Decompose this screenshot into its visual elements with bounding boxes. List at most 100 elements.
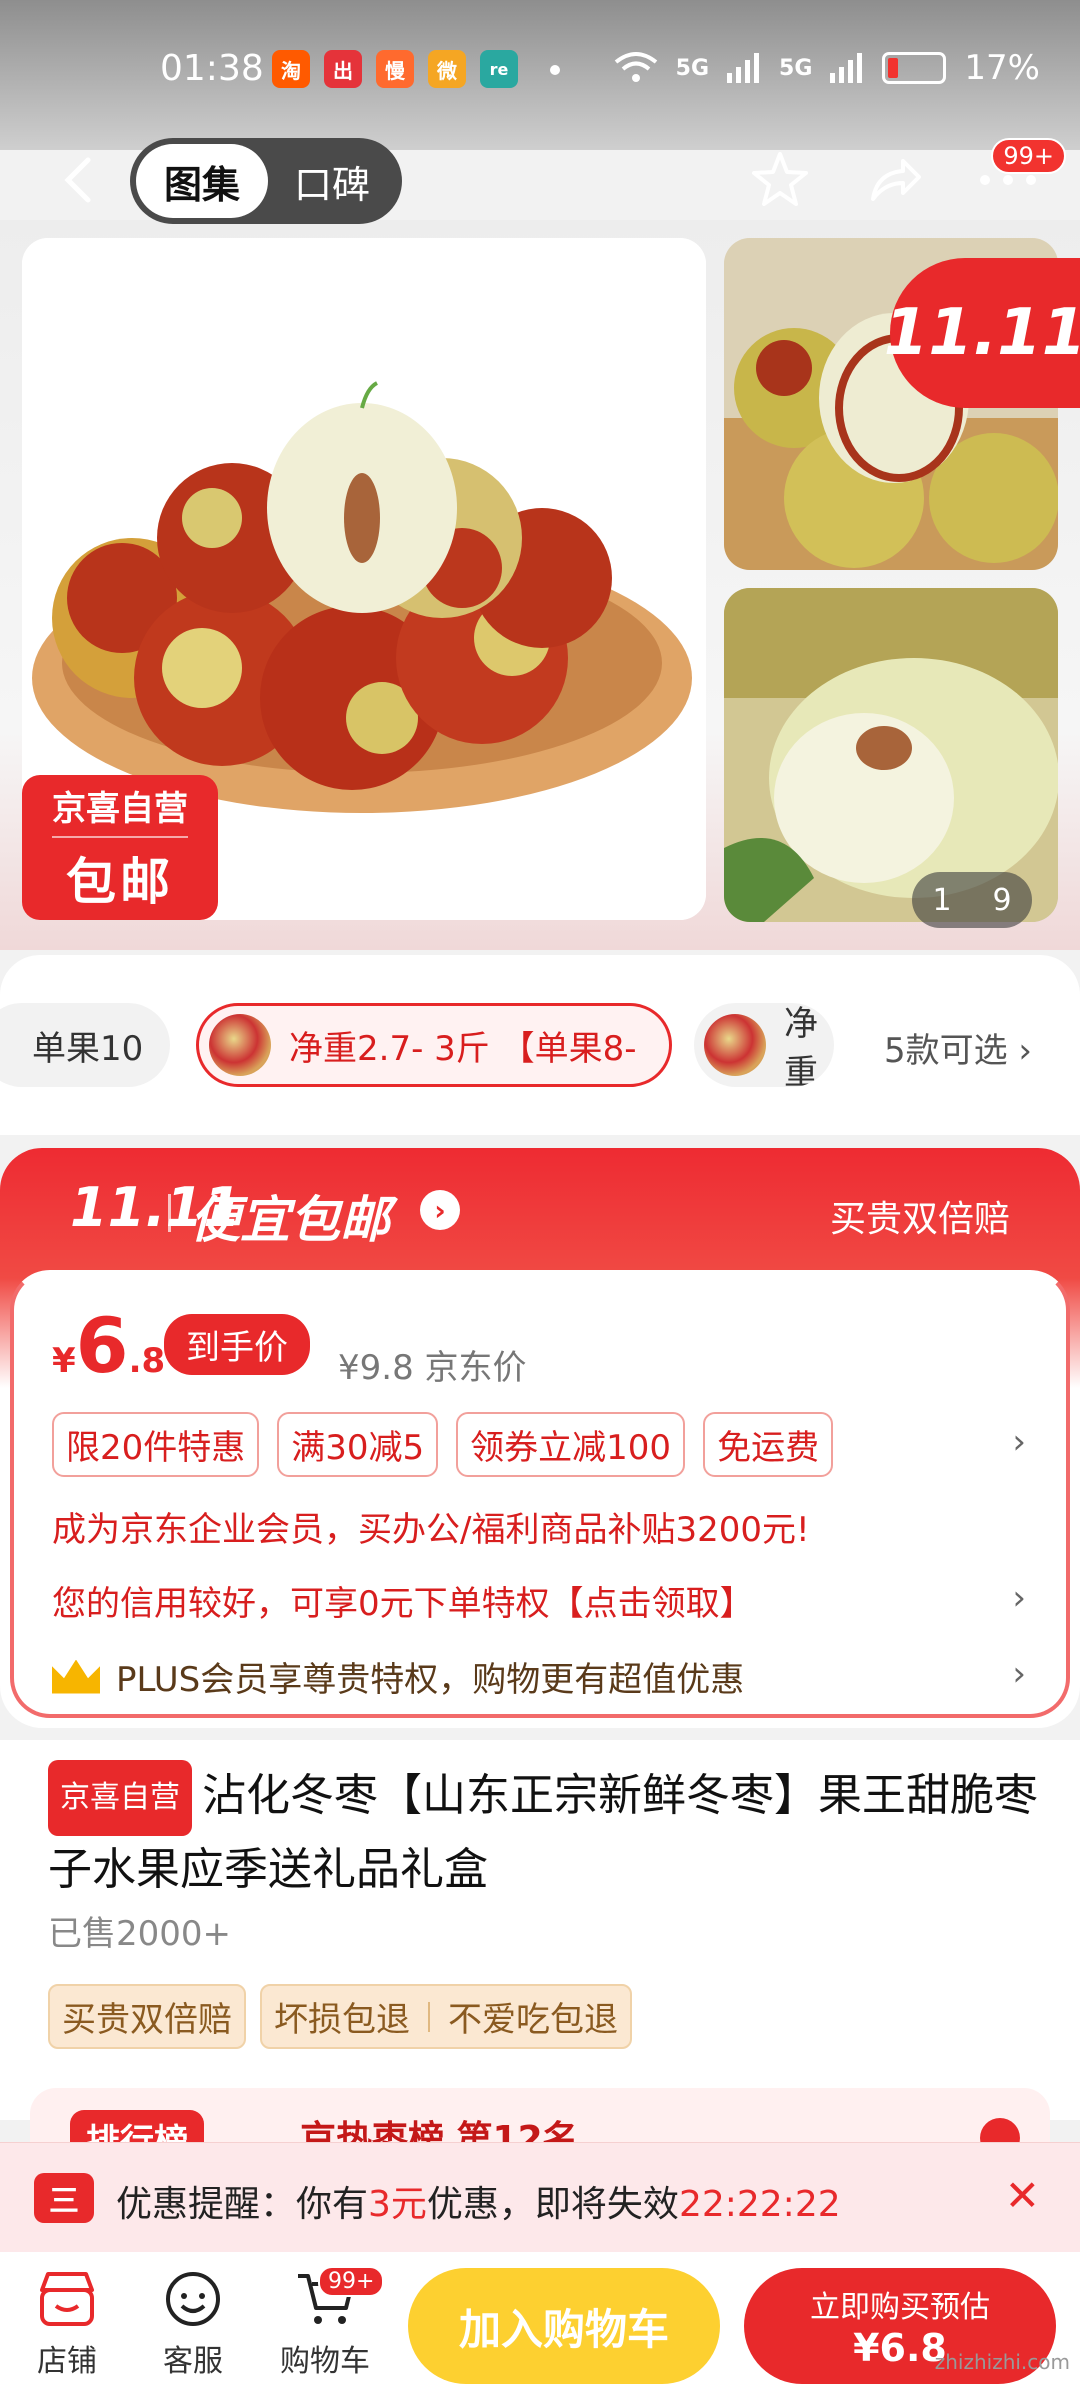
reminder-amount: 3元: [368, 2184, 427, 2225]
jingxi-self-operated-tag: 京喜自营 包邮: [22, 775, 218, 920]
service-tag[interactable]: 买贵双倍赔: [48, 1984, 246, 2049]
network-5g-1: 5G: [675, 55, 710, 81]
watermark: zhizhizhi.com: [934, 2350, 1070, 2374]
sku-chip-2-selected[interactable]: 净重2.7- 3斤 【单果8-: [196, 1003, 672, 1087]
signal-icon-2: [830, 53, 863, 83]
message-badge: 99+: [991, 138, 1066, 174]
pager-current: 1: [932, 882, 952, 918]
product-info: 京喜自营 沾化冬枣【山东正宗新鲜冬枣】果王甜脆枣子水果应季送礼品礼盒 已售2000…: [0, 1740, 1080, 2120]
sku-selector: 单果10 净重2.7- 3斤 【单果8- 净重 5款可选 ›: [0, 955, 1080, 1135]
realme-icon: re: [480, 50, 518, 88]
service-tag-group[interactable]: 坏损包退 不爱吃包退: [260, 1984, 632, 2049]
price-decimal: .8: [128, 1341, 166, 1381]
coupon-item[interactable]: 免运费: [703, 1412, 834, 1477]
back-button[interactable]: [50, 150, 110, 210]
sku-chip-2-label: 净重2.7- 3斤 【单果8-: [289, 1028, 637, 1069]
chevron-left-icon: [64, 157, 91, 203]
network-5g-2: 5G: [779, 55, 813, 81]
star-icon: [752, 152, 808, 206]
battery-icon: [882, 52, 947, 84]
wifi-icon: [614, 52, 657, 82]
product-gallery: 京喜自营 包邮 11.11 1 9: [0, 220, 1080, 950]
price-guarantee[interactable]: 买贵双倍赔: [830, 1190, 1010, 1242]
cart-badge: 99+: [318, 2266, 385, 2297]
reminder-suffix: 优惠，即将失效: [426, 2184, 679, 2225]
promo-title[interactable]: 便宜包邮: [190, 1180, 390, 1252]
more-options-link[interactable]: 5款可选 ›: [884, 1023, 1032, 1072]
product-title: 沾化冬枣【山东正宗新鲜冬枣】果王甜脆枣子水果应季送礼品礼盒: [48, 1770, 1038, 1895]
cart-label: 购物车: [280, 2344, 370, 2379]
tab-gallery[interactable]: 图集: [136, 144, 268, 218]
self-operated-tag: 京喜自营: [48, 1760, 192, 1836]
gallery-pager: 1 9: [912, 872, 1032, 928]
view-segmented-control: 图集 口碑: [130, 138, 402, 224]
bottom-action-bar: 店铺 客服 购物车 99+ 加入购物车 立即购买预估 ¥6.8: [0, 2252, 1080, 2400]
favorite-button[interactable]: [748, 148, 812, 212]
status-time: 01:38: [160, 48, 264, 89]
status-right: 5G 5G 17%: [614, 48, 1040, 88]
service-tags[interactable]: 买贵双倍赔 坏损包退 不爱吃包退: [48, 1984, 632, 2049]
signal-icon-1: [727, 53, 760, 83]
discount-reminder-bar[interactable]: 三 优惠提醒：你有3元优惠，即将失效22:22:22 ✕: [0, 2142, 1080, 2252]
service-label: 客服: [163, 2344, 223, 2379]
credit-privilege-offer[interactable]: 您的信用较好，可享0元下单特权【点击领取】: [52, 1576, 754, 1625]
reminder-icon: 三: [34, 2173, 94, 2223]
tag-free-shipping: 包邮: [66, 853, 174, 911]
sku-chip-1-label: 单果10: [32, 1028, 144, 1069]
taobao-icon: 淘: [272, 50, 310, 88]
chevron-right-icon[interactable]: ›: [1012, 1654, 1026, 1694]
weibo-icon: 微: [428, 50, 466, 88]
share-button[interactable]: [862, 148, 926, 212]
sku-chip-3-label: 净重: [784, 1004, 818, 1087]
header-divider: [168, 1194, 171, 1232]
final-price: ¥ 6 .8: [52, 1308, 165, 1384]
tab-reviews[interactable]: 口碑: [268, 154, 396, 209]
chevron-right-icon[interactable]: ›: [420, 1190, 460, 1230]
promo-details: ¥ 6 .8 到手价 ¥9.8 京东价 限20件特惠 满30减5 领券立减100…: [10, 1270, 1070, 1718]
buy-now-label: 立即购买预估: [810, 2290, 990, 2325]
chevron-right-icon[interactable]: ›: [1012, 1578, 1026, 1618]
more-notifications-dot: [550, 65, 560, 75]
enterprise-member-offer[interactable]: 成为京东企业会员，买办公/福利商品补贴3200元!: [52, 1502, 810, 1551]
customer-service-button[interactable]: 客服: [138, 2268, 248, 2380]
reminder-text: 优惠提醒：你有3元优惠，即将失效22:22:22: [116, 2175, 841, 2227]
chevron-right-icon[interactable]: ›: [1012, 1422, 1026, 1462]
add-to-cart-button[interactable]: 加入购物车: [408, 2268, 720, 2384]
reminder-prefix: 优惠提醒：你有: [116, 2184, 369, 2225]
coupon-item[interactable]: 领券立减100: [456, 1412, 686, 1477]
double-eleven-badge: 11.11: [884, 258, 1080, 408]
product-title-block: 京喜自营 沾化冬枣【山东正宗新鲜冬枣】果王甜脆枣子水果应季送礼品礼盒: [48, 1760, 1038, 1904]
price-currency: ¥: [52, 1341, 76, 1381]
coupon-item[interactable]: 满30减5: [277, 1412, 439, 1477]
sku-chip-1[interactable]: 单果10: [0, 1003, 170, 1087]
close-icon[interactable]: ✕: [1005, 2171, 1040, 2220]
coupon-item[interactable]: 限20件特惠: [52, 1412, 260, 1477]
plus-member-offer[interactable]: PLUS会员享尊贵特权，购物更有超值优惠: [52, 1652, 744, 1701]
service-icon: [159, 2268, 227, 2330]
shop-label: 店铺: [37, 2344, 97, 2379]
crown-icon: [52, 1659, 100, 1694]
sku-thumb-icon: [209, 1014, 271, 1076]
divider: [428, 2001, 430, 2032]
coupon-list[interactable]: 限20件特惠 满30减5 领券立减100 免运费: [52, 1412, 834, 1477]
tag-jingxi-label: 京喜自营: [52, 781, 188, 838]
sold-count: 已售2000+: [48, 1914, 232, 1954]
shop-button[interactable]: 店铺: [12, 2268, 122, 2380]
plus-member-text: PLUS会员享尊贵特权，购物更有超值优惠: [116, 1660, 745, 1700]
shop-icon: [33, 2268, 101, 2330]
pager-total: 9: [992, 882, 1012, 918]
status-bar: 01:38 淘 出 慢 微 re 5G 5G 17%: [0, 0, 1080, 150]
service-tag: 坏损包退: [274, 2000, 410, 2040]
app-icon-3: 慢: [376, 50, 414, 88]
jd-reference-price: ¥9.8 京东价: [338, 1348, 527, 1388]
notification-icons: 淘 出 慢 微 re: [272, 50, 518, 88]
sku-chip-3[interactable]: 净重: [694, 1003, 834, 1087]
app-icon-2: 出: [324, 50, 362, 88]
reminder-countdown: 22:22:22: [678, 2184, 841, 2225]
share-icon: [871, 159, 921, 201]
promo-card: 11.11 便宜包邮 › 买贵双倍赔 ¥ 6 .8 到手价 ¥9.8 京东价 限…: [0, 1148, 1080, 1728]
final-price-tag: 到手价: [164, 1314, 310, 1375]
price-integer: 6: [75, 1301, 129, 1390]
battery-percent: 17%: [964, 48, 1040, 88]
service-tag: 不爱吃包退: [448, 2000, 618, 2040]
